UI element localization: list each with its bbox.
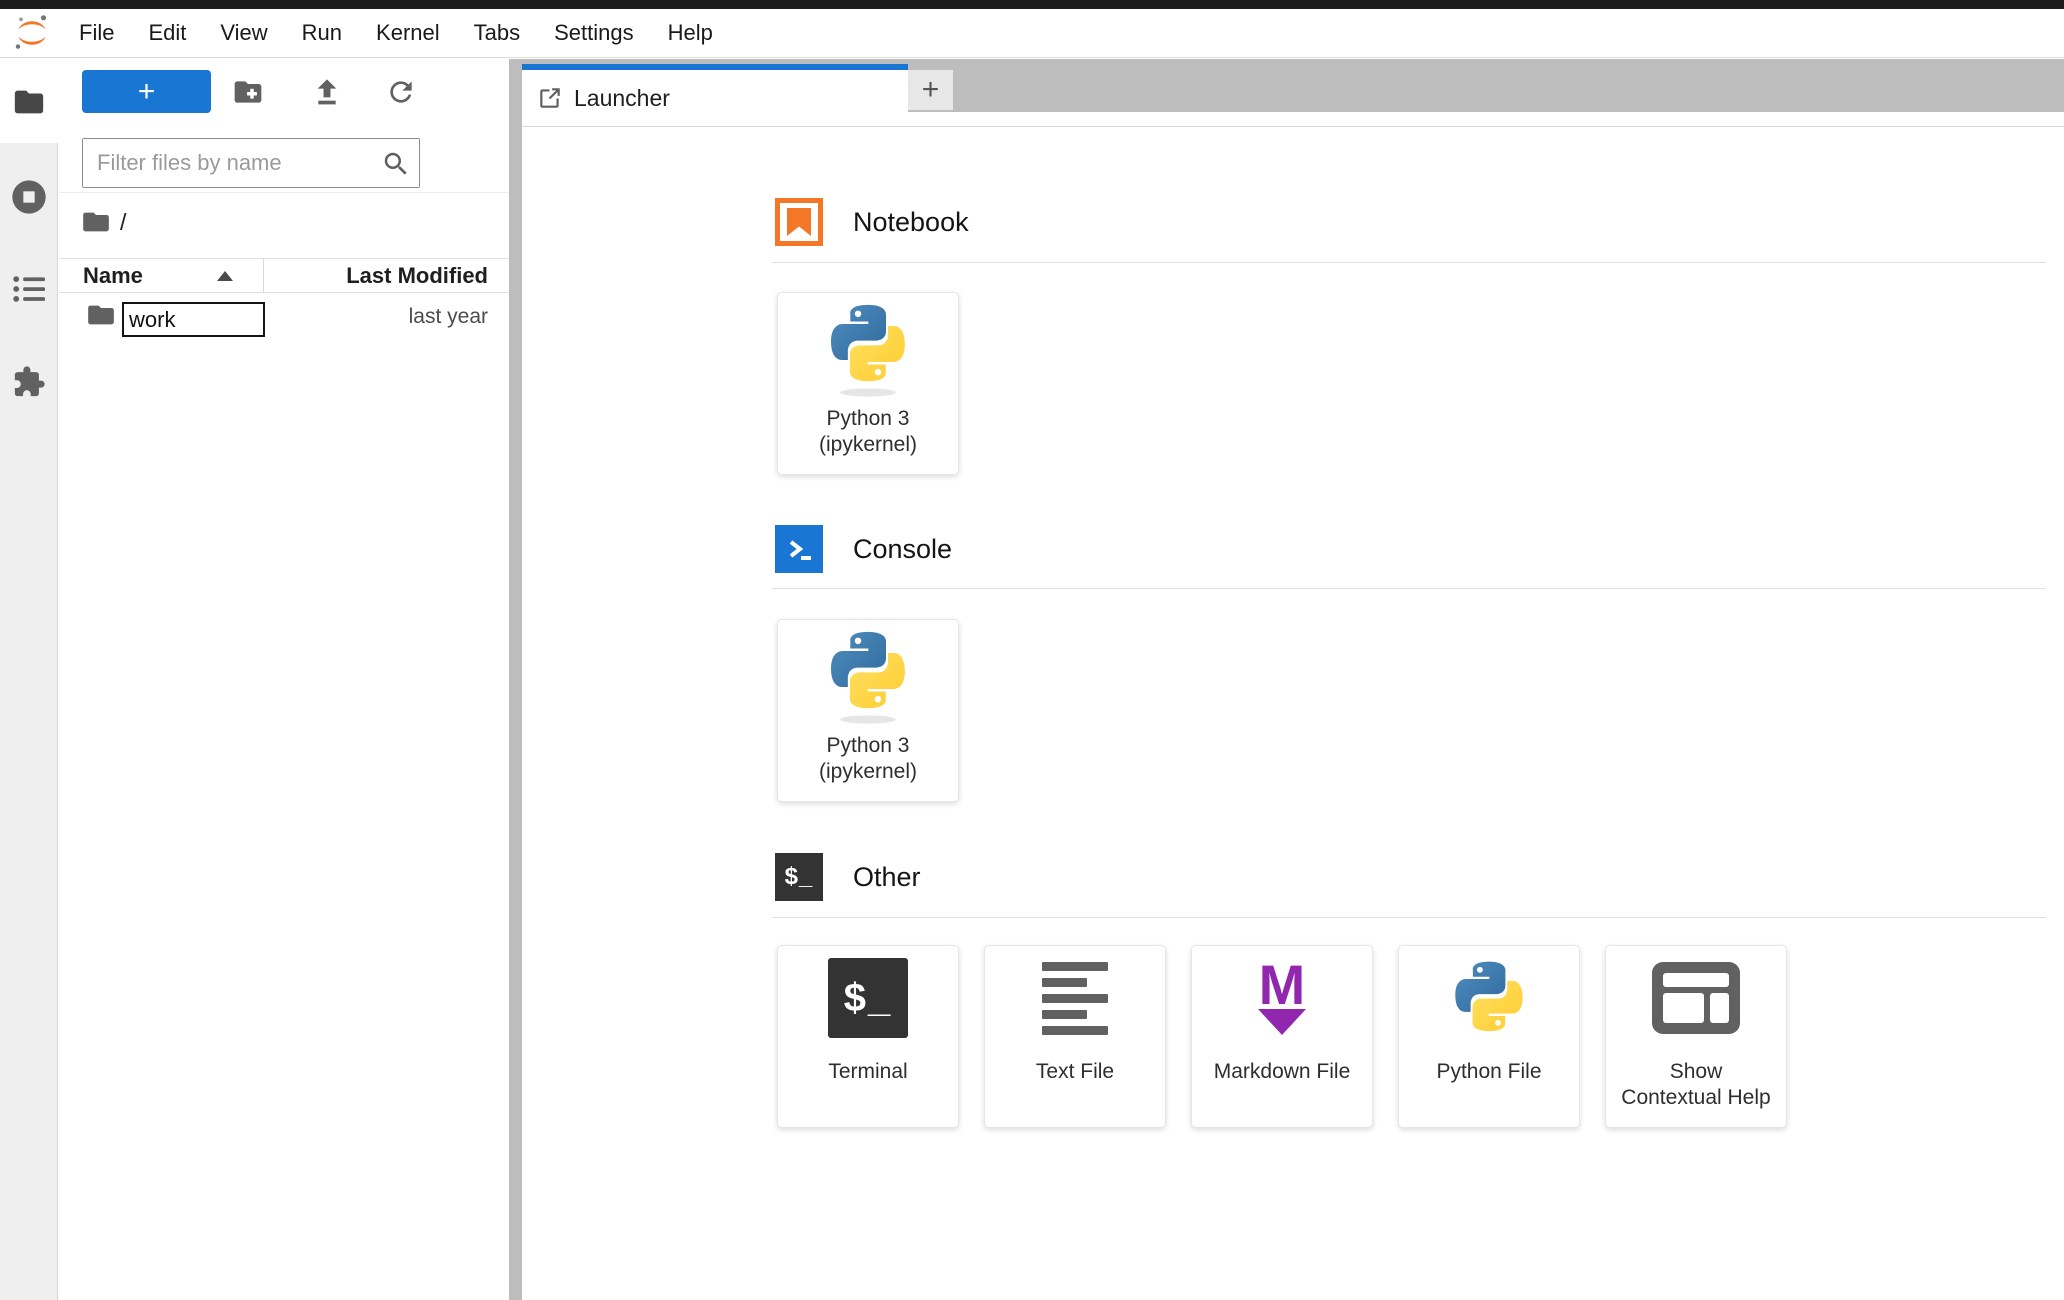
menu-bar: File Edit View Run Kernel Tabs Settings …	[0, 9, 2064, 58]
activity-bar	[0, 59, 58, 1300]
launcher-card-python-file[interactable]: Python File	[1398, 945, 1580, 1128]
launcher-card-text-file[interactable]: Text File	[984, 945, 1166, 1128]
file-browser-panel: + / Name	[59, 59, 509, 1300]
menu-settings[interactable]: Settings	[537, 9, 651, 57]
terminal-icon: $_	[775, 853, 823, 901]
toolbar-divider	[59, 192, 509, 193]
section-header-other: $_ Other	[775, 853, 921, 901]
breadcrumb-root[interactable]: /	[120, 209, 126, 236]
menu-file[interactable]: File	[62, 9, 131, 57]
launcher-body: Notebook Python 3 (ipykernel) Console Py…	[522, 127, 2064, 1300]
extension-manager-icon[interactable]	[12, 365, 46, 399]
activity-tab-file-browser[interactable]	[0, 59, 58, 143]
column-header-name[interactable]: Name	[59, 259, 263, 292]
sort-ascending-icon	[217, 271, 233, 281]
rename-file-input[interactable]	[122, 302, 265, 337]
main-dock-panel: Launcher + Notebook Python 3 (ipykernel)…	[522, 59, 2064, 1300]
markdown-icon: M	[1258, 957, 1306, 1035]
folder-icon	[88, 305, 114, 325]
search-icon[interactable]	[381, 149, 411, 179]
launcher-card-notebook-python3[interactable]: Python 3 (ipykernel)	[777, 292, 959, 475]
section-header-notebook: Notebook	[775, 198, 969, 246]
python-icon	[1448, 946, 1530, 1050]
menu-run[interactable]: Run	[285, 9, 359, 57]
menu-help[interactable]: Help	[651, 9, 730, 57]
section-divider	[772, 588, 2046, 589]
section-title: Console	[853, 533, 953, 564]
add-tab-button[interactable]: +	[908, 70, 953, 110]
jupyterlab-window: File Edit View Run Kernel Tabs Settings …	[0, 0, 2064, 1300]
home-folder-icon[interactable]	[82, 210, 110, 234]
file-row-work[interactable]: last year	[59, 296, 509, 340]
menu-edit[interactable]: Edit	[131, 9, 203, 57]
launcher-icon	[540, 88, 560, 108]
card-label: Text File	[1035, 1060, 1115, 1083]
tab-launcher[interactable]: Launcher	[522, 64, 908, 126]
text-file-icon	[1042, 961, 1108, 1035]
menu-kernel[interactable]: Kernel	[359, 9, 457, 57]
column-header-last-modified[interactable]: Last Modified	[263, 259, 509, 292]
new-folder-icon[interactable]	[232, 76, 264, 108]
file-last-modified: last year	[408, 305, 488, 328]
window-chrome-strip	[0, 0, 2064, 9]
menu-tabs[interactable]: Tabs	[457, 9, 537, 57]
menu-items: File Edit View Run Kernel Tabs Settings …	[62, 9, 730, 57]
menu-view[interactable]: View	[203, 9, 284, 57]
section-title: Other	[853, 861, 921, 892]
breadcrumb: /	[82, 205, 126, 239]
filter-box	[82, 138, 420, 188]
notebook-icon	[775, 198, 823, 246]
card-label: Markdown File	[1213, 1060, 1351, 1083]
launcher-card-markdown-file[interactable]: M Markdown File	[1191, 945, 1373, 1128]
console-icon	[775, 525, 823, 573]
refresh-icon[interactable]	[385, 76, 417, 108]
filter-files-input[interactable]	[83, 139, 419, 187]
terminal-icon: $_	[828, 958, 908, 1038]
jupyter-logo-icon	[15, 15, 47, 49]
launcher-card-console-python3[interactable]: Python 3 (ipykernel)	[777, 619, 959, 802]
directory-listing-header: Name Last Modified	[59, 258, 509, 293]
panel-resize-handle[interactable]	[509, 59, 522, 1300]
running-sessions-icon[interactable]	[9, 177, 49, 217]
card-label: Python File	[1436, 1060, 1542, 1083]
card-label: Show Contextual Help	[1621, 1060, 1771, 1109]
section-divider	[772, 917, 2046, 918]
python-icon	[823, 293, 913, 397]
section-header-console: Console	[775, 525, 952, 573]
section-title: Notebook	[853, 206, 969, 237]
card-label: Terminal	[828, 1060, 908, 1083]
section-divider	[772, 262, 2046, 263]
launcher-card-show-contextual-help[interactable]: Show Contextual Help	[1605, 945, 1787, 1128]
tab-label: Launcher	[574, 84, 670, 111]
launcher-card-terminal[interactable]: $_ Terminal	[777, 945, 959, 1128]
card-label: Python 3 (ipykernel)	[818, 407, 918, 456]
python-icon	[823, 620, 913, 724]
card-label: Python 3 (ipykernel)	[818, 734, 918, 783]
inspector-icon	[1652, 946, 1740, 1050]
new-launcher-button[interactable]: +	[82, 70, 211, 113]
folder-icon	[14, 90, 44, 114]
table-of-contents-icon[interactable]	[11, 273, 47, 305]
upload-icon[interactable]	[311, 76, 343, 108]
